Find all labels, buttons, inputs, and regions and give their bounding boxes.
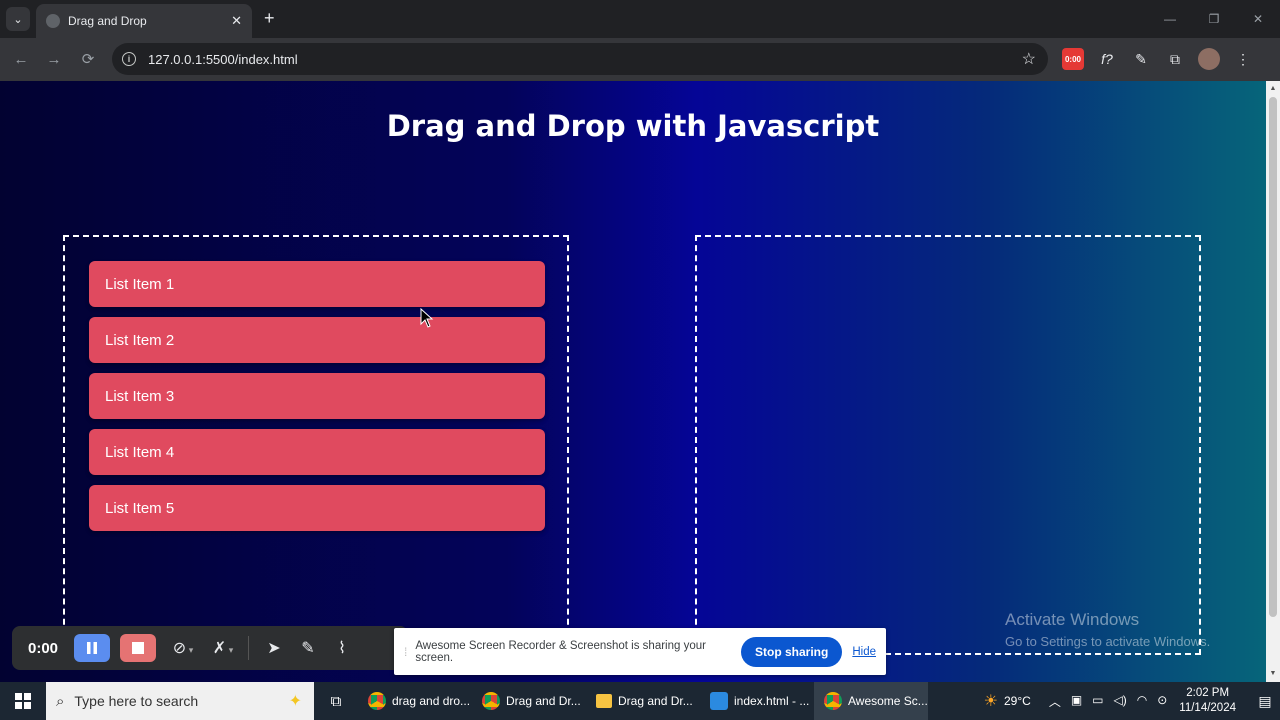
search-placeholder[interactable]: Type here to search <box>74 693 288 709</box>
taskbar-item-label: Drag and Dr... <box>618 694 693 708</box>
windows-taskbar: ⌕ Type here to search ✦ ⧉ drag and dro..… <box>0 682 1280 720</box>
activate-windows-watermark: Activate Windows Go to Settings to activ… <box>1005 610 1210 649</box>
mouse-cursor-icon <box>420 308 434 328</box>
taskbar-item-chrome-1[interactable]: drag and dro... <box>358 682 472 720</box>
pause-icon <box>87 642 97 654</box>
list-item[interactable]: List Item 5 <box>89 485 545 531</box>
taskbar-item-label: Drag and Dr... <box>506 694 581 708</box>
back-arrow-icon[interactable]: ← <box>10 48 32 70</box>
left-drop-zone[interactable]: List Item 1 List Item 2 List Item 3 List… <box>63 235 569 655</box>
screen-sharing-banner: ⁞ Awesome Screen Recorder & Screenshot i… <box>394 628 886 675</box>
site-info-icon[interactable]: i <box>122 52 136 66</box>
scroll-up-arrow-icon[interactable]: ▲ <box>1269 85 1277 93</box>
tab-close-icon[interactable]: ✕ <box>231 13 242 29</box>
chrome-icon <box>482 692 500 710</box>
chevron-up-icon[interactable]: ︿ <box>1049 693 1061 710</box>
right-drop-zone[interactable] <box>695 235 1201 655</box>
recorder-control-bar: 0:00 ⊘ ▾ ✗ ▾ ➤ ✎ ⌇ <box>12 626 408 670</box>
taskbar-item-vscode[interactable]: index.html - ... <box>700 682 814 720</box>
clock-date: 11/14/2024 <box>1179 702 1236 714</box>
sharing-message: Awesome Screen Recorder & Screenshot is … <box>415 639 706 664</box>
network-status-icon[interactable]: ▣ <box>1071 693 1082 710</box>
clock-time: 2:02 PM <box>1186 687 1230 699</box>
list-item[interactable]: List Item 4 <box>89 429 545 475</box>
more-menu-icon[interactable]: ⋮ <box>1232 48 1254 70</box>
browser-toolbar: ← → ⟳ i 127.0.0.1:5500/index.html ☆ 0:00… <box>0 38 1280 81</box>
list-item[interactable]: List Item 2 <box>89 317 545 363</box>
weather-widget[interactable]: ☀ 29°C <box>984 691 1031 711</box>
taskbar-item-folder[interactable]: Drag and Dr... <box>586 682 700 720</box>
notification-icon[interactable]: ▤ <box>1250 693 1280 710</box>
list-item[interactable]: List Item 1 <box>89 261 545 307</box>
temperature: 29°C <box>1004 694 1031 708</box>
browser-tab-bar: ⌄ Drag and Drop ✕ + — ❐ ✕ <box>0 0 1280 38</box>
folder-icon <box>596 694 612 708</box>
extension-icons: 0:00 f? ✎ ⧉ ⋮ <box>1062 48 1254 70</box>
new-tab-button[interactable]: + <box>264 8 275 28</box>
page-title: Drag and Drop with Javascript <box>386 109 880 143</box>
stop-sharing-button[interactable]: Stop sharing <box>741 636 843 667</box>
cursor-tool-icon[interactable]: ➤ <box>257 638 291 658</box>
taskbar-item-label: index.html - ... <box>734 694 810 708</box>
taskbar-item-label: Awesome Sc... <box>848 694 928 708</box>
broom-clear-icon[interactable]: ⌇ <box>325 638 359 658</box>
weather-sun-icon: ☀ <box>983 693 998 710</box>
vscode-icon <box>710 692 728 710</box>
chrome-icon <box>368 692 386 710</box>
globe-icon <box>46 14 60 28</box>
battery-icon[interactable]: ▭ <box>1092 693 1103 710</box>
microphone-off-icon[interactable]: ✗ ▾ <box>206 638 240 658</box>
tab-drag-and-drop[interactable]: Drag and Drop ✕ <box>36 4 252 38</box>
puzzle-extensions-icon[interactable]: ⧉ <box>1164 48 1186 70</box>
screen-recorder-extension-icon[interactable]: 0:00 <box>1062 48 1084 70</box>
list-item[interactable]: List Item 3 <box>89 373 545 419</box>
page-viewport: Drag and Drop with Javascript List Item … <box>0 81 1266 682</box>
recording-timer: 0:00 <box>28 639 59 657</box>
pen-tool-icon[interactable]: ✎ <box>291 638 325 658</box>
volume-icon[interactable]: ◁) <box>1114 693 1127 710</box>
windows-start-button[interactable] <box>0 682 46 720</box>
taskbar-item-chrome-2[interactable]: Drag and Dr... <box>472 682 586 720</box>
page-scrollbar[interactable]: ▲ ▼ <box>1266 81 1280 682</box>
wifi-icon[interactable]: ◠ <box>1137 693 1147 710</box>
drag-handle-icon[interactable]: ⁞ <box>404 645 407 659</box>
link-icon[interactable]: ⊙ <box>1157 693 1167 710</box>
toolbar-divider <box>248 636 249 660</box>
chrome-icon <box>824 692 842 710</box>
hide-banner-link[interactable]: Hide <box>852 646 876 658</box>
close-window-icon[interactable]: ✕ <box>1236 0 1280 38</box>
pen-extension-icon[interactable]: ✎ <box>1130 48 1152 70</box>
taskbar-search-box[interactable]: ⌕ Type here to search ✦ <box>46 682 314 720</box>
forward-arrow-icon[interactable]: → <box>43 48 65 70</box>
url-text[interactable]: 127.0.0.1:5500/index.html <box>148 52 298 67</box>
camera-off-icon[interactable]: ⊘ ▾ <box>166 638 200 658</box>
system-tray: ☀ 29°C ︿ ▣ ▭ ◁) ◠ ⊙ 2:02 PM 11/14/2024 ▤ <box>984 682 1280 720</box>
taskbar-clock[interactable]: 2:02 PM 11/14/2024 <box>1179 686 1236 716</box>
address-bar[interactable]: i 127.0.0.1:5500/index.html ☆ <box>112 43 1048 75</box>
tray-icons: ︿ ▣ ▭ ◁) ◠ ⊙ <box>1049 693 1167 710</box>
activate-windows-subtitle: Go to Settings to activate Windows. <box>1005 634 1211 649</box>
taskbar-item-label: drag and dro... <box>392 694 471 708</box>
scroll-thumb[interactable] <box>1269 97 1277 617</box>
stop-icon <box>132 642 144 654</box>
windows-logo-icon <box>15 693 31 709</box>
search-icon: ⌕ <box>56 692 65 710</box>
search-highlight-icon: ✦ <box>288 693 302 710</box>
activate-windows-title: Activate Windows <box>1005 610 1140 629</box>
window-controls: — ❐ ✕ <box>1148 0 1280 38</box>
scroll-down-arrow-icon[interactable]: ▼ <box>1269 670 1277 678</box>
tab-title: Drag and Drop <box>68 14 147 28</box>
tab-search-menu-button[interactable]: ⌄ <box>6 7 30 31</box>
reload-icon[interactable]: ⟳ <box>77 48 99 70</box>
pause-recording-button[interactable] <box>74 634 110 662</box>
restore-icon[interactable]: ❐ <box>1192 0 1236 38</box>
minimize-icon[interactable]: — <box>1148 0 1192 38</box>
formula-extension-icon[interactable]: f? <box>1096 48 1118 70</box>
task-view-icon[interactable]: ⧉ <box>314 693 358 710</box>
taskbar-item-chrome-active[interactable]: Awesome Sc... <box>814 682 928 720</box>
stop-recording-button[interactable] <box>120 634 156 662</box>
profile-avatar[interactable] <box>1198 48 1220 70</box>
bookmark-star-icon[interactable]: ☆ <box>1022 49 1036 69</box>
